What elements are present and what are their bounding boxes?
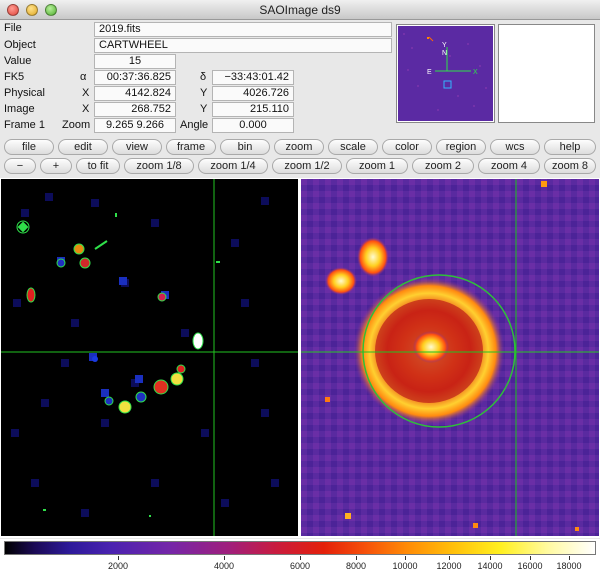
magnifier <box>498 24 595 123</box>
colorbar-label-8000: 8000 <box>345 561 367 571</box>
zoom-1-8-button[interactable]: zoom 1/8 <box>124 158 194 174</box>
image-label: Image <box>4 103 35 115</box>
panner-x-label: X <box>473 69 478 76</box>
object-label: Object <box>4 39 36 51</box>
zoom-in-button[interactable]: + <box>40 158 72 174</box>
zoom-out-button[interactable]: − <box>4 158 36 174</box>
colorbar-tick-10000 <box>405 556 406 560</box>
zoom-4-button[interactable]: zoom 4 <box>478 158 540 174</box>
zoom-to-fit-button[interactable]: to fit <box>76 158 120 174</box>
physical-x-field: 4142.824 <box>94 86 176 101</box>
colorbar-tick-6000 <box>300 556 301 560</box>
file-field: 2019.fits <box>94 22 392 37</box>
zoom-button-bar: − + to fit zoom 1/8 zoom 1/4 zoom 1/2 zo… <box>0 158 600 175</box>
alpha-label: α <box>80 71 87 83</box>
colorbar-tick-14000 <box>490 556 491 560</box>
colorbar-tick-4000 <box>224 556 225 560</box>
frame-right-optical-image[interactable] <box>301 179 599 536</box>
menu-edit-button[interactable]: edit <box>58 139 108 155</box>
colorbar-label-6000: 6000 <box>289 561 311 571</box>
menu-file-button[interactable]: file <box>4 139 54 155</box>
zoom-label: Zoom <box>62 119 91 131</box>
panner-n-label: N <box>442 50 447 57</box>
panner-thumbnail: Y N X E <box>398 26 493 121</box>
delta-label: δ <box>200 71 207 83</box>
frame-label: Frame 1 <box>4 119 45 131</box>
image-y-field: 215.110 <box>212 102 294 117</box>
fk5-label: FK5 <box>4 71 25 83</box>
colorbar-label-12000: 12000 <box>436 561 462 571</box>
value-label: Value <box>4 55 32 67</box>
colorbar-label-10000: 10000 <box>392 561 418 571</box>
image-x-label: X <box>82 103 90 115</box>
panner-e-label: E <box>427 69 432 76</box>
colorbar[interactable]: 2000 4000 6000 8000 10000 12000 14000 16… <box>0 539 600 584</box>
menu-button-bar: file edit view frame bin zoom scale colo… <box>0 139 600 156</box>
colorbar-tick-12000 <box>449 556 450 560</box>
physical-label: Physical <box>4 87 45 99</box>
zoom-1-button[interactable]: zoom 1 <box>346 158 408 174</box>
ra-field: 00:37:36.825 <box>94 70 176 85</box>
menu-color-button[interactable]: color <box>382 139 432 155</box>
zoom-2-button[interactable]: zoom 2 <box>412 158 474 174</box>
frame-left-xray-image[interactable] <box>1 179 298 536</box>
menu-wcs-button[interactable]: wcs <box>490 139 540 155</box>
left-frame-canvas <box>1 179 298 536</box>
colorbar-tick-18000 <box>569 556 570 560</box>
physical-y-label: Y <box>200 87 208 99</box>
menu-scale-button[interactable]: scale <box>328 139 378 155</box>
panner-y-label: Y <box>442 42 447 49</box>
image-y-label: Y <box>200 103 208 115</box>
menu-frame-button[interactable]: frame <box>166 139 216 155</box>
zoom-8-button[interactable]: zoom 8 <box>544 158 596 174</box>
object-field: CARTWHEEL <box>94 38 392 53</box>
menu-region-button[interactable]: region <box>436 139 486 155</box>
colorbar-tick-16000 <box>530 556 531 560</box>
window-title: SAOImage ds9 <box>259 3 341 17</box>
colorbar-label-2000: 2000 <box>107 561 129 571</box>
menu-zoom-button[interactable]: zoom <box>274 139 324 155</box>
angle-field: 0.000 <box>212 118 294 133</box>
title-bar: SAOImage ds9 <box>0 0 600 20</box>
angle-label: Angle <box>180 119 209 131</box>
value-field: 15 <box>94 54 176 69</box>
colorbar-gradient[interactable] <box>4 541 596 555</box>
zoom-1-2-button[interactable]: zoom 1/2 <box>272 158 342 174</box>
info-panel: File 2019.fits Object CARTWHEEL Value 15… <box>0 20 394 138</box>
image-display-area <box>0 178 600 538</box>
panner[interactable]: Y N X E <box>396 24 495 123</box>
physical-y-field: 4026.726 <box>212 86 294 101</box>
menu-help-button[interactable]: help <box>544 139 596 155</box>
colorbar-tick-2000 <box>118 556 119 560</box>
colorbar-tick-8000 <box>356 556 357 560</box>
menu-view-button[interactable]: view <box>112 139 162 155</box>
physical-x-label: X <box>82 87 90 99</box>
colorbar-label-18000: 18000 <box>556 561 582 571</box>
right-frame-canvas <box>301 179 599 536</box>
colorbar-label-4000: 4000 <box>213 561 235 571</box>
zoom-1-4-button[interactable]: zoom 1/4 <box>198 158 268 174</box>
file-label: File <box>4 22 22 34</box>
colorbar-label-16000: 16000 <box>517 561 543 571</box>
colorbar-label-14000: 14000 <box>477 561 503 571</box>
menu-bin-button[interactable]: bin <box>220 139 270 155</box>
zoom-field: 9.265 9.266 <box>94 118 176 133</box>
image-x-field: 268.752 <box>94 102 176 117</box>
dec-field: −33:43:01.42 <box>212 70 294 85</box>
